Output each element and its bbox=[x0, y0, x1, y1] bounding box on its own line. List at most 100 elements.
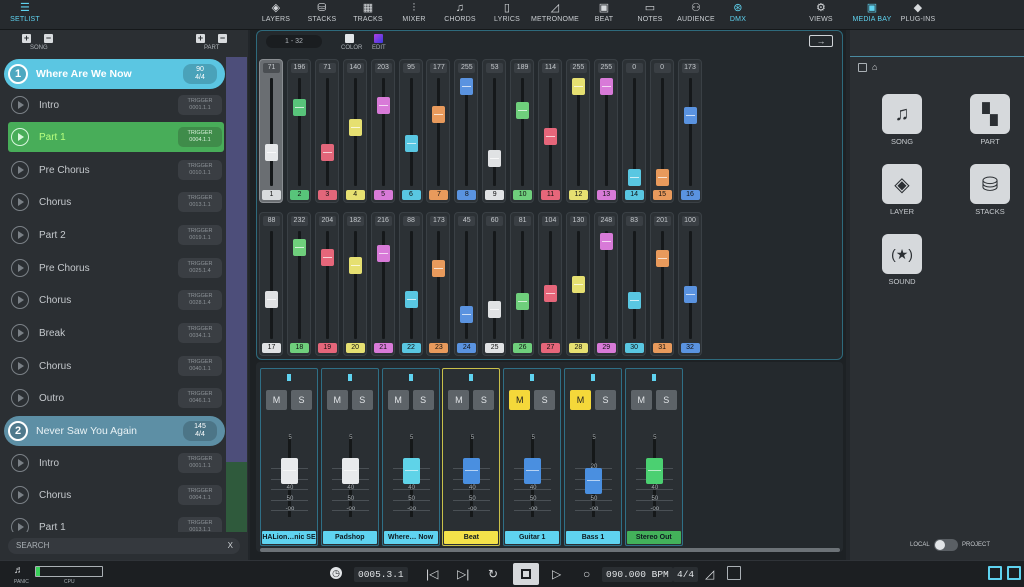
trigger-badge[interactable]: TRIGGER 0004.1.1 bbox=[178, 485, 222, 505]
volume-fader-knob[interactable] bbox=[585, 467, 602, 494]
dmx-channel[interactable]: 248 29 bbox=[593, 212, 618, 356]
mute-button[interactable]: M bbox=[570, 390, 591, 410]
clock-icon[interactable]: ◷ bbox=[330, 567, 342, 579]
dmx-fader-knob[interactable] bbox=[655, 169, 669, 186]
dmx-channel[interactable]: 104 27 bbox=[538, 212, 562, 356]
strip-name[interactable]: HALion…nic SE bbox=[262, 531, 316, 544]
dmx-channel[interactable]: 71 3 bbox=[314, 59, 339, 203]
dmx-fader-knob[interactable] bbox=[544, 284, 557, 302]
song-item[interactable]: 1 Where Are We Now 90 4/4 bbox=[4, 59, 225, 89]
dmx-fader-knob[interactable] bbox=[348, 257, 362, 275]
strip-name[interactable]: Stereo Out bbox=[626, 531, 681, 544]
dmx-fader-knob[interactable] bbox=[571, 78, 585, 95]
dmx-channel[interactable]: 0 14 bbox=[621, 59, 646, 203]
metronome-icon[interactable]: ◿ bbox=[705, 567, 714, 581]
solo-button[interactable]: S bbox=[595, 390, 616, 410]
mixer-strip[interactable]: MS520304050-ooWhere… Now bbox=[381, 368, 440, 546]
strip-name[interactable]: Where… Now bbox=[383, 531, 438, 544]
solo-button[interactable]: S bbox=[534, 390, 556, 410]
local-project-toggle[interactable] bbox=[934, 539, 958, 551]
rewind-icon[interactable]: |◁ bbox=[426, 567, 438, 581]
dmx-channel[interactable]: 173 16 bbox=[677, 59, 702, 203]
mixer-strip[interactable]: MS520304050-ooBeat bbox=[442, 368, 501, 546]
channel-range-button[interactable]: 1 - 32 bbox=[266, 35, 322, 48]
dmx-channel[interactable]: 88 22 bbox=[398, 212, 423, 356]
dmx-channel[interactable]: 0 15 bbox=[649, 59, 674, 203]
part-item[interactable]: Intro TRIGGER 0001.1.1 bbox=[8, 448, 224, 478]
remove-part-button[interactable]: − bbox=[218, 34, 227, 43]
tempo-display[interactable]: 090.000 BPM bbox=[602, 567, 673, 582]
dmx-fader-knob[interactable] bbox=[655, 250, 669, 268]
signature-display[interactable]: 4/4 bbox=[673, 567, 699, 582]
dmx-fader-knob[interactable] bbox=[460, 78, 474, 95]
part-item[interactable]: Pre Chorus TRIGGER 0025.1.4 bbox=[8, 253, 224, 283]
edit-color-icon[interactable] bbox=[374, 34, 383, 43]
color-swatch-icon[interactable] bbox=[345, 34, 354, 43]
dmx-fader-knob[interactable] bbox=[683, 286, 697, 304]
mute-button[interactable]: M bbox=[326, 390, 348, 410]
media-bay-checkbox[interactable] bbox=[858, 63, 867, 72]
dmx-fader-knob[interactable] bbox=[292, 239, 306, 257]
remove-song-button[interactable]: − bbox=[44, 34, 53, 43]
part-item[interactable]: Chorus TRIGGER 0040.1.1 bbox=[8, 351, 224, 381]
position-display[interactable]: 0005.3.1 bbox=[354, 567, 408, 582]
nav-plug-ins[interactable]: ◆ PLUG-INS bbox=[900, 2, 936, 29]
dmx-channel[interactable]: 81 26 bbox=[510, 212, 535, 356]
dmx-fader-knob[interactable] bbox=[460, 305, 474, 323]
record-icon[interactable]: ○ bbox=[583, 567, 590, 581]
mute-button[interactable]: M bbox=[387, 390, 409, 410]
nav-media-bay[interactable]: ▣ MEDIA BAY bbox=[852, 2, 892, 29]
part-item[interactable]: Break TRIGGER 0034.1.1 bbox=[8, 318, 224, 348]
play-icon[interactable] bbox=[11, 324, 29, 342]
nav-beat[interactable]: ▣ BEAT bbox=[592, 2, 616, 29]
play-icon[interactable] bbox=[11, 161, 29, 179]
home-icon[interactable]: ⌂ bbox=[872, 62, 877, 72]
dmx-fader-knob[interactable] bbox=[627, 292, 641, 310]
trigger-badge[interactable]: TRIGGER 0013.1.1 bbox=[178, 192, 222, 212]
search-input[interactable]: SEARCH X bbox=[8, 538, 240, 554]
dmx-channel[interactable]: 95 6 bbox=[398, 59, 423, 203]
play-icon[interactable] bbox=[11, 291, 29, 309]
dmx-channel[interactable]: 232 18 bbox=[286, 212, 311, 356]
dmx-channel[interactable]: 216 21 bbox=[370, 212, 395, 356]
play-icon[interactable] bbox=[11, 259, 29, 277]
nav-lyrics[interactable]: ▯ LYRICS bbox=[493, 2, 521, 29]
dmx-fader-knob[interactable] bbox=[265, 143, 278, 161]
volume-fader-knob[interactable] bbox=[402, 457, 420, 484]
dmx-channel[interactable]: 182 20 bbox=[342, 212, 367, 356]
layout-left-icon[interactable] bbox=[988, 566, 1002, 580]
trigger-badge[interactable]: TRIGGER 0001.1.1 bbox=[178, 95, 222, 115]
mixer-strip[interactable]: MS520304050-ooBass 1 bbox=[564, 368, 622, 546]
dmx-fader-knob[interactable] bbox=[488, 300, 502, 318]
strip-name[interactable]: Bass 1 bbox=[566, 531, 620, 544]
nav-audience[interactable]: ⚇ AUDIENCE bbox=[677, 2, 715, 29]
trigger-badge[interactable]: TRIGGER 0040.1.1 bbox=[178, 356, 222, 376]
dmx-channel[interactable]: 177 7 bbox=[426, 59, 451, 203]
trigger-badge[interactable]: TRIGGER 0046.1.1 bbox=[178, 388, 222, 408]
dmx-channel[interactable]: 255 8 bbox=[454, 59, 479, 203]
part-item[interactable]: Chorus TRIGGER 0028.1.4 bbox=[8, 285, 224, 315]
mixer-strip[interactable]: MS520304050-ooStereo Out bbox=[624, 368, 683, 546]
dmx-fader-knob[interactable] bbox=[404, 135, 418, 153]
play-icon[interactable] bbox=[11, 486, 29, 504]
dmx-channel[interactable]: 204 19 bbox=[314, 212, 339, 356]
nav-mixer[interactable]: ⫶ MIXER bbox=[401, 2, 427, 29]
dmx-fader-knob[interactable] bbox=[627, 169, 641, 186]
mixer-strip[interactable]: MS520304050-ooHALion…nic SE bbox=[260, 368, 318, 546]
dmx-fader-knob[interactable] bbox=[516, 101, 530, 119]
strip-name[interactable]: Guitar 1 bbox=[505, 531, 560, 544]
part-item[interactable]: Intro TRIGGER 0001.1.1 bbox=[8, 90, 224, 120]
dmx-channel[interactable]: 255 12 bbox=[565, 59, 590, 203]
solo-button[interactable]: S bbox=[412, 390, 434, 410]
mixer-scrollbar[interactable] bbox=[260, 548, 840, 552]
dmx-channel[interactable]: 130 28 bbox=[565, 212, 590, 356]
next-page-arrow-icon[interactable]: → bbox=[809, 35, 833, 47]
nav-setlist[interactable]: ☰ SETLIST bbox=[10, 2, 40, 29]
dmx-fader-knob[interactable] bbox=[348, 119, 362, 137]
nav-notes[interactable]: ▭ NOTES bbox=[636, 2, 664, 29]
play-icon[interactable] bbox=[11, 389, 29, 407]
dmx-channel[interactable]: 189 10 bbox=[510, 59, 535, 203]
mute-button[interactable]: M bbox=[509, 390, 531, 410]
dmx-channel[interactable]: 114 11 bbox=[538, 59, 562, 203]
dmx-fader-knob[interactable] bbox=[599, 78, 613, 95]
